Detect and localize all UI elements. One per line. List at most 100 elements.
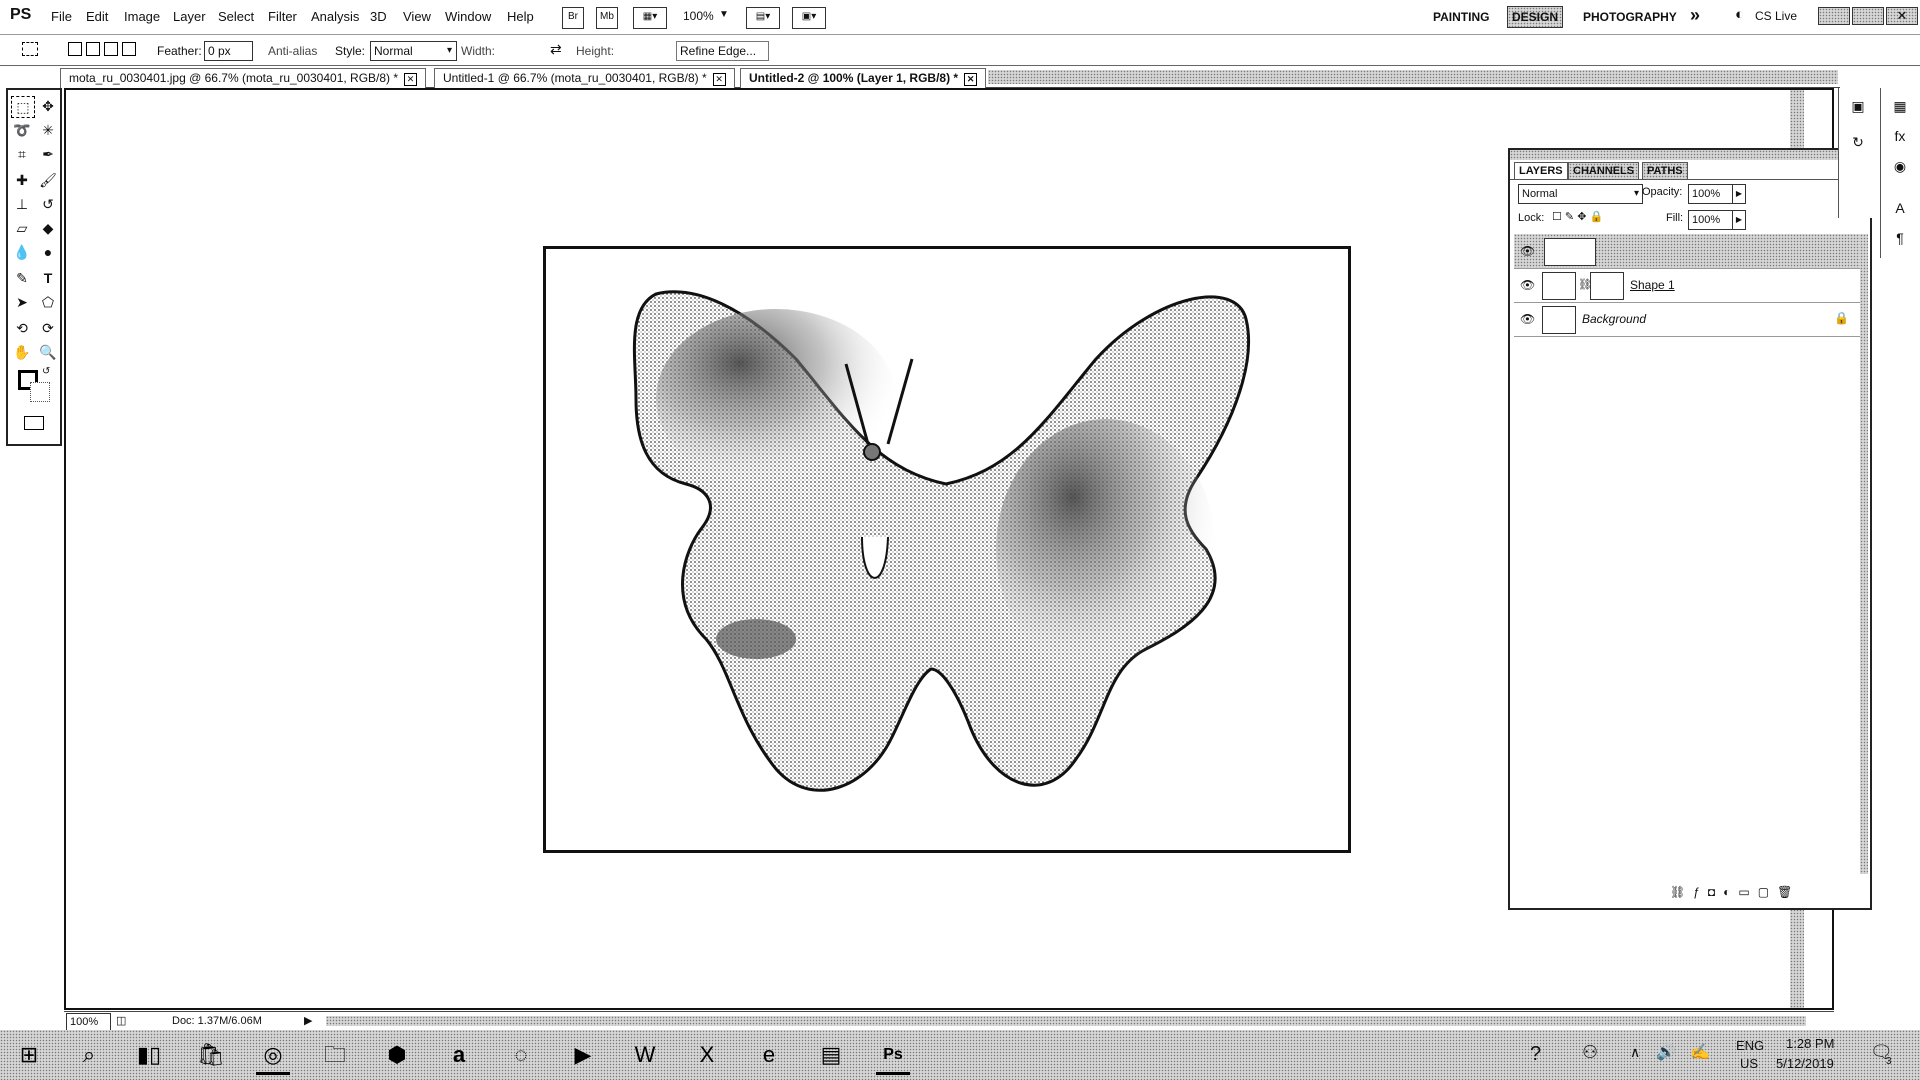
workspace-design[interactable]: DESIGN (1507, 6, 1564, 28)
task-view-icon[interactable]: ▮▯ (132, 1038, 166, 1072)
lasso-tool-icon[interactable]: ➰ (11, 120, 33, 140)
intersect-selection-icon[interactable] (122, 42, 136, 56)
chevron-down-icon[interactable]: ▼ (719, 9, 729, 20)
grid-panel-icon[interactable]: ▦ (1890, 96, 1910, 116)
antialias-checkbox[interactable]: Anti-alias (268, 44, 317, 58)
layer-name[interactable]: Shape 1 (1630, 278, 1675, 292)
background-color-swatch[interactable] (30, 382, 50, 402)
more-workspaces-icon[interactable]: » (1690, 5, 1700, 26)
arrange-documents-button[interactable]: ▤▾ (746, 7, 780, 29)
edge-icon[interactable]: e (752, 1038, 786, 1072)
swap-icon[interactable]: ⇄ (550, 41, 562, 58)
opacity-slider-arrow-icon[interactable]: ▶ (1732, 184, 1746, 204)
tab-mota[interactable]: mota_ru_0030401.jpg @ 66.7% (mota_ru_003… (60, 68, 427, 88)
magic-wand-tool-icon[interactable]: ✳ (37, 120, 59, 140)
view-extras-button[interactable]: ▦▾ (633, 7, 667, 29)
clone-stamp-tool-icon[interactable]: ⊥ (11, 194, 33, 214)
store-icon[interactable]: 🛍 (194, 1038, 228, 1072)
volume-icon[interactable]: 🔊 (1656, 1042, 1676, 1062)
excel-icon[interactable]: X (690, 1038, 724, 1072)
tab-untitled-2[interactable]: Untitled-2 @ 100% (Layer 1, RGB/8) * ✕ (740, 68, 987, 88)
shape-tool-icon[interactable]: ⬠ (37, 292, 59, 312)
marquee-tool-icon[interactable]: ⬚ (11, 96, 35, 118)
photoshop-icon[interactable]: Ps (876, 1038, 910, 1075)
pen-tool-icon[interactable]: ✎ (11, 268, 33, 288)
pen-icon[interactable]: ✍ (1690, 1042, 1710, 1062)
help-icon[interactable]: ? (1530, 1043, 1541, 1066)
menu-image[interactable]: Image (124, 9, 160, 24)
tab-untitled-1[interactable]: Untitled-1 @ 66.7% (mota_ru_0030401, RGB… (434, 68, 735, 88)
workspace-painting[interactable]: PAINTING (1433, 10, 1489, 24)
search-icon[interactable]: ⌕ (72, 1038, 106, 1072)
zoom-level[interactable]: 100% (683, 9, 714, 23)
crop-tool-icon[interactable]: ⌗ (11, 144, 33, 164)
brush-tool-icon[interactable]: 🖌 (37, 170, 59, 190)
media-icon[interactable]: ▶ (566, 1038, 600, 1072)
close-icon[interactable]: ✕ (964, 73, 978, 86)
fill-input[interactable]: 100% (1688, 210, 1735, 230)
language-primary[interactable]: ENG (1736, 1038, 1764, 1053)
file-explorer-icon[interactable]: 🗀 (318, 1038, 352, 1072)
lock-icons[interactable]: ☐ ✎ ✥ 🔒 (1552, 210, 1603, 223)
close-window-button[interactable]: ✕ (1886, 7, 1918, 25)
amazon-icon[interactable]: a (442, 1038, 476, 1072)
eye-icon[interactable]: 👁 (1520, 244, 1535, 258)
path-selection-tool-icon[interactable]: ➤ (11, 292, 33, 312)
minibridge-panel-icon[interactable]: ▣ (1848, 96, 1868, 116)
opacity-input[interactable]: 100% (1688, 184, 1735, 204)
3d-rotate-tool-icon[interactable]: ⟲ (11, 318, 33, 338)
windows-start-icon[interactable]: ⊞ (12, 1038, 46, 1072)
layer-row[interactable]: 👁 Background 🔒 (1514, 302, 1864, 337)
styles-panel-icon[interactable]: fx (1890, 126, 1910, 146)
move-tool-icon[interactable]: ✥ (37, 96, 59, 116)
tab-channels[interactable]: CHANNELS (1568, 162, 1640, 179)
subtract-selection-icon[interactable] (104, 42, 118, 56)
tab-paths[interactable]: PATHS (1642, 162, 1688, 179)
type-tool-icon[interactable]: T (37, 268, 59, 288)
status-icon[interactable]: ◫ (116, 1014, 126, 1027)
menu-window[interactable]: Window (445, 9, 491, 24)
people-icon[interactable]: ⚇ (1582, 1042, 1598, 1063)
eye-icon[interactable]: 👁 (1520, 278, 1535, 292)
tab-layers[interactable]: LAYERS (1514, 162, 1568, 179)
menu-edit[interactable]: Edit (86, 9, 108, 24)
quick-mask-icon[interactable] (24, 416, 44, 430)
menu-file[interactable]: File (51, 9, 72, 24)
marquee-preset-icon[interactable] (22, 42, 38, 56)
blur-tool-icon[interactable]: 💧 (11, 242, 33, 262)
app-icon[interactable]: ◌ (504, 1038, 538, 1072)
minimize-button[interactable] (1818, 7, 1850, 25)
dodge-tool-icon[interactable]: ● (37, 242, 59, 262)
style-select[interactable]: Normal ▾ (370, 41, 457, 61)
eye-icon[interactable]: 👁 (1520, 312, 1535, 326)
close-icon[interactable]: ✕ (404, 73, 418, 86)
document-canvas[interactable] (543, 246, 1351, 853)
cslive-button[interactable]: CS Live (1755, 9, 1797, 23)
clock-date[interactable]: 5/12/2019 (1776, 1056, 1834, 1071)
zoom-tool-icon[interactable]: 🔍 (37, 342, 59, 362)
menu-select[interactable]: Select (218, 9, 254, 24)
eraser-tool-icon[interactable]: ▱ (11, 218, 33, 238)
chevron-up-icon[interactable]: ∧ (1630, 1044, 1640, 1061)
layers-scrollbar[interactable] (1860, 234, 1868, 874)
chrome-icon[interactable]: ◎ (256, 1038, 290, 1075)
paragraph-panel-icon[interactable]: ¶ (1890, 228, 1910, 248)
paint-bucket-tool-icon[interactable]: ◆ (37, 218, 59, 238)
notes-icon[interactable]: ▤ (814, 1038, 848, 1072)
horizontal-scrollbar[interactable] (326, 1016, 1806, 1026)
fill-slider-arrow-icon[interactable]: ▶ (1732, 210, 1746, 230)
panel-title-bar[interactable] (1510, 150, 1870, 160)
history-brush-tool-icon[interactable]: ↺ (37, 194, 59, 214)
new-selection-icon[interactable] (68, 42, 82, 56)
close-icon[interactable]: ✕ (712, 73, 726, 86)
feather-input[interactable]: 0 px (204, 41, 253, 61)
menu-view[interactable]: View (403, 9, 431, 24)
clock-time[interactable]: 1:28 PM (1786, 1036, 1834, 1051)
history-panel-icon[interactable]: ↻ (1848, 132, 1868, 152)
eyedropper-tool-icon[interactable]: ✒ (37, 144, 59, 164)
layers-footer-icons[interactable]: ⛓ƒ◘◐▭▢🗑 (1670, 885, 1800, 899)
layer-row[interactable]: 👁 (1514, 234, 1864, 269)
healing-brush-tool-icon[interactable]: ✚ (11, 170, 33, 190)
hand-tool-icon[interactable]: ✋ (11, 342, 33, 362)
workspace-photography[interactable]: PHOTOGRAPHY (1583, 10, 1677, 24)
